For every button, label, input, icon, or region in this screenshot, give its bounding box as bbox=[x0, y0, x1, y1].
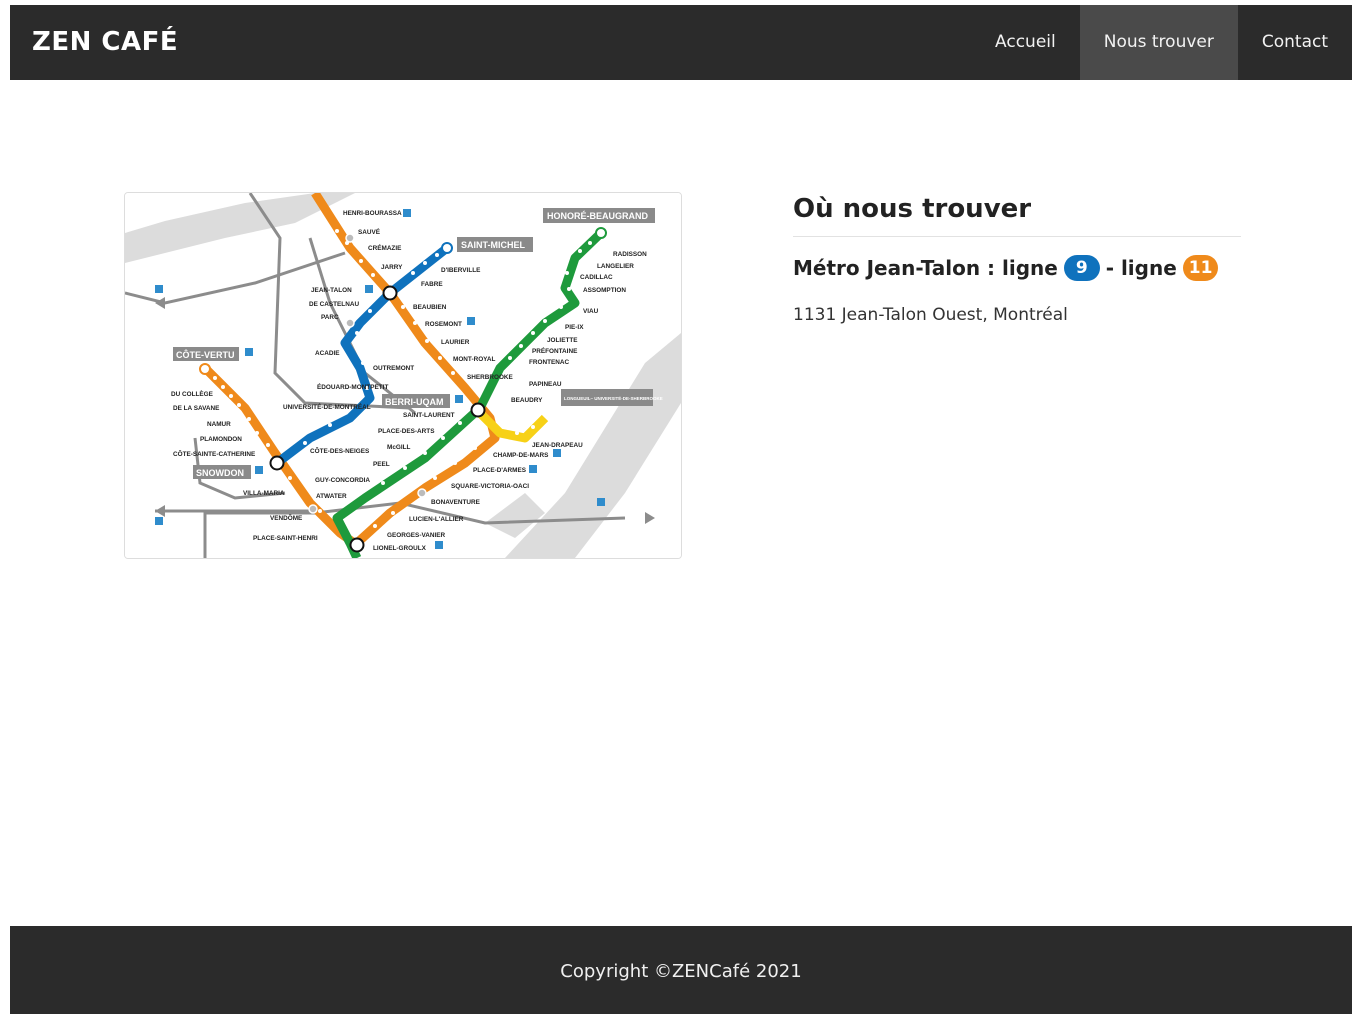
map-station-label: VIAU bbox=[583, 308, 599, 315]
map-label-snowdon: SNOWDON bbox=[196, 468, 244, 478]
page: ZEN CAFÉ Accueil Nous trouver Contact HO… bbox=[10, 5, 1352, 1014]
map-label-berri-uqam: BERRI-UQAM bbox=[385, 397, 444, 407]
map-station-label: DU COLLÈGE bbox=[171, 389, 214, 398]
map-station-label: NAMUR bbox=[207, 421, 231, 428]
map-station-label: LANGELIER bbox=[597, 263, 634, 270]
map-station-label: PEEL bbox=[373, 461, 390, 468]
map-station-label: MONT-ROYAL bbox=[453, 356, 495, 363]
map-station-label: JEAN-DRAPEAU bbox=[532, 442, 583, 449]
map-station-label: CÔTE-DES-NEIGES bbox=[310, 446, 370, 455]
map-station-label: ROSEMONT bbox=[425, 321, 462, 328]
map-station-label: JEAN-TALON bbox=[311, 287, 352, 294]
brand-logo[interactable]: ZEN CAFÉ bbox=[32, 5, 178, 80]
copyright-text: Copyright ©ZENCafé 2021 bbox=[560, 961, 802, 982]
map-station-label: ASSOMPTION bbox=[583, 287, 626, 294]
map-station-label: D'IBERVILLE bbox=[441, 267, 481, 274]
navbar: ZEN CAFÉ Accueil Nous trouver Contact bbox=[10, 5, 1352, 80]
metro-line-info: Métro Jean-Talon : ligne 9 - ligne 11 bbox=[793, 255, 1241, 281]
map-station-label: McGILL bbox=[387, 444, 411, 451]
map-station-label: PARC bbox=[321, 314, 339, 321]
map-station-label: BEAUDRY bbox=[511, 397, 543, 404]
map-station-label: BEAUBIEN bbox=[413, 304, 447, 311]
map-station-label: RADISSON bbox=[613, 251, 647, 258]
nav-menu: Accueil Nous trouver Contact bbox=[971, 5, 1352, 80]
nav-item-accueil[interactable]: Accueil bbox=[971, 5, 1080, 80]
map-station-label: FRONTENAC bbox=[529, 359, 570, 366]
map-station-label: JARRY bbox=[381, 264, 403, 271]
footer: Copyright ©ZENCafé 2021 bbox=[10, 926, 1352, 1014]
map-label-longueuil: LONGUEUIL– UNIVERSITÉ-DE-SHERBROOKE bbox=[564, 394, 663, 401]
map-station-label: VENDÔME bbox=[270, 513, 303, 522]
map-station-label: UNIVERSITÉ-DE-MONTRÉAL bbox=[283, 402, 371, 411]
map-station-label: PLACE-D'ARMES bbox=[473, 467, 527, 474]
map-station-label: FABRE bbox=[421, 281, 443, 288]
map-station-label: CÔTE-SAINTE-CATHERINE bbox=[173, 449, 256, 458]
map-label-honore-beaugrand: HONORÉ-BEAUGRAND bbox=[547, 211, 649, 221]
map-station-label: PLACE-DES-ARTS bbox=[378, 428, 435, 435]
map-station-label: PIE-IX bbox=[565, 324, 584, 331]
map-station-label: GUY-CONCORDIA bbox=[315, 477, 370, 484]
nav-item-contact[interactable]: Contact bbox=[1238, 5, 1352, 80]
page-title: Où nous trouver bbox=[793, 192, 1241, 237]
map-station-label: OUTREMONT bbox=[373, 365, 414, 372]
map-station-label: DE CASTELNAU bbox=[309, 301, 359, 308]
map-station-label: SAUVÉ bbox=[358, 227, 381, 236]
map-station-label: BONAVENTURE bbox=[431, 499, 481, 506]
nav-item-nous-trouver[interactable]: Nous trouver bbox=[1079, 5, 1238, 80]
map-station-label: SHERBROOKE bbox=[467, 374, 514, 381]
metro-label: Métro Jean-Talon : ligne bbox=[793, 256, 1058, 280]
address-text: 1131 Jean-Talon Ouest, Montréal bbox=[793, 305, 1068, 325]
metro-map-image: HONORÉ-BEAUGRAND SAINT-MICHEL CÔTE-VERTU… bbox=[125, 193, 681, 558]
map-station-label: LAURIER bbox=[441, 339, 470, 346]
map-station-label: CADILLAC bbox=[580, 274, 613, 281]
map-station-label: PAPINEAU bbox=[529, 381, 562, 388]
map-station-label: ATWATER bbox=[316, 493, 347, 500]
map-station-label: SAINT-LAURENT bbox=[403, 412, 455, 419]
map-station-label: JOLIETTE bbox=[547, 337, 578, 344]
map-label-cote-vertu: CÔTE-VERTU bbox=[176, 349, 235, 360]
map-station-label: LUCIEN-L'ALLIER bbox=[409, 516, 464, 523]
map-station-label: CRÉMAZIE bbox=[368, 243, 402, 252]
line-badge-blue: 9 bbox=[1063, 255, 1100, 281]
map-station-label: CHAMP-DE-MARS bbox=[493, 452, 549, 459]
map-station-label: DE LA SAVANE bbox=[173, 405, 220, 412]
map-station-label: PRÉFONTAINE bbox=[532, 346, 578, 355]
map-station-label: PLAMONDON bbox=[200, 436, 242, 443]
map-station-label: ACADIE bbox=[315, 350, 340, 357]
metro-separator: - ligne bbox=[1105, 256, 1177, 280]
map-label-saint-michel: SAINT-MICHEL bbox=[461, 240, 526, 250]
map-station-label: GEORGES-VANIER bbox=[387, 532, 445, 539]
map-station-label: HENRI-BOURASSA bbox=[343, 210, 402, 217]
map-station-label: LIONEL-GROULX bbox=[373, 545, 427, 552]
map-station-label: PLACE-SAINT-HENRI bbox=[253, 535, 318, 542]
metro-map: HONORÉ-BEAUGRAND SAINT-MICHEL CÔTE-VERTU… bbox=[124, 192, 682, 559]
map-station-label: VILLA-MARIA bbox=[243, 490, 285, 497]
line-badge-orange: 11 bbox=[1182, 255, 1219, 281]
map-station-label: SQUARE-VICTORIA-OACI bbox=[451, 483, 529, 490]
map-station-label: ÉDOUARD-MONTPETIT bbox=[317, 382, 388, 391]
location-info: Où nous trouver Métro Jean-Talon : ligne… bbox=[793, 192, 1241, 325]
